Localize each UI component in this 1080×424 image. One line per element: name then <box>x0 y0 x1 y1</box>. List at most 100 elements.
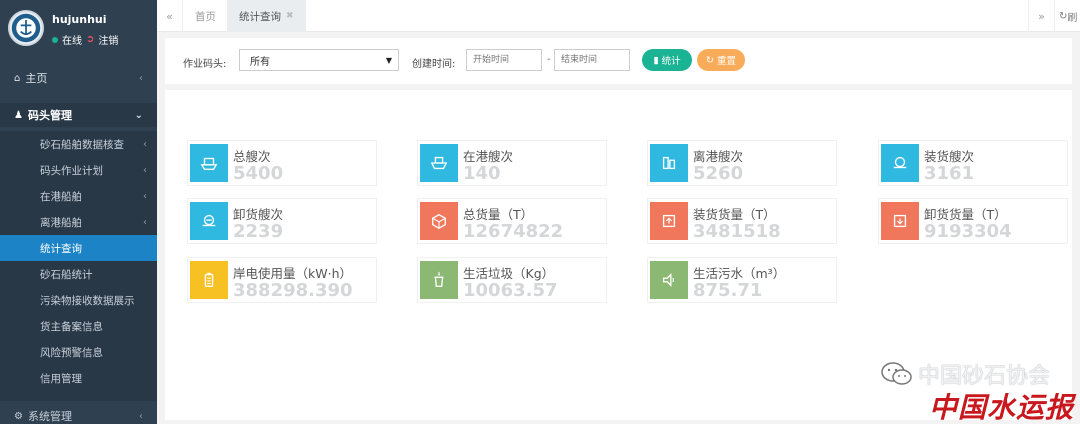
sewage-icon <box>650 261 688 299</box>
tab-label: 首页 <box>195 10 216 23</box>
sidebar-item-label: 信用管理 <box>40 372 82 385</box>
chevron-down-icon: ⌄ <box>134 109 143 121</box>
sidebar-item-label: 统计查询 <box>40 242 82 255</box>
sidebar-item-label: 主页 <box>25 72 48 85</box>
chevron-left-icon: ‹ <box>143 190 147 202</box>
sidebar: hujunhui 在线 ➲ 注销 ⌂ 主页 ‹ ♟ 码头管理 ⌄ 砂石船舶数据核… <box>0 0 157 424</box>
chevron-left-icon: ‹ <box>143 138 147 150</box>
brand-logo: 中国水运报 <box>928 391 1074 424</box>
user-icon: ♟ <box>14 109 23 121</box>
sidebar-subitem-risk-warning[interactable]: 风险预警信息 <box>0 339 157 365</box>
username: hujunhui <box>52 13 107 26</box>
sidebar-subitem-pollutant-data[interactable]: 污染物接收数据展示 <box>0 287 157 313</box>
trash-icon <box>420 261 458 299</box>
loading-ship-icon <box>881 144 919 182</box>
online-status: 在线 <box>62 36 82 47</box>
dock-filter-label: 作业码头: <box>183 59 227 70</box>
tab-stats-query[interactable]: 统计查询 ✖ <box>227 0 306 32</box>
stat-value: 5400 <box>233 163 284 184</box>
refresh-icon: ↻ <box>1059 10 1068 22</box>
stat-card-domestic-sewage: 生活污水（m³） 875.71 <box>647 257 837 303</box>
stat-card-in-port-voyages: 在港艘次 140 <box>417 140 607 186</box>
sidebar-item-label: 码头作业计划 <box>40 164 103 177</box>
ship-icon <box>190 144 228 182</box>
ship-departed-icon <box>650 144 688 182</box>
reset-button-label: 重置 <box>716 56 736 67</box>
refresh-button[interactable]: ↻ 刷 <box>1054 0 1080 32</box>
wechat-icon <box>881 362 912 385</box>
refresh-label: 刷 <box>1067 12 1078 24</box>
stat-value: 9193304 <box>924 221 1012 242</box>
sidebar-item-label: 码头管理 <box>27 109 72 122</box>
chevron-left-icon: ‹ <box>139 72 143 84</box>
reset-button[interactable]: ↻ 重置 <box>697 49 745 71</box>
stat-button[interactable]: ▮ 统计 <box>642 49 692 71</box>
scroll-tabs-right-icon[interactable]: » <box>1028 0 1054 32</box>
tab-bar: « 首页 统计查询 ✖ » ↻ 刷 <box>157 0 1080 32</box>
logout-link[interactable]: 注销 <box>98 32 118 47</box>
dock-submenu: 砂石船舶数据核查 ‹ 码头作业计划 ‹ 在港船舶 ‹ 离港船舶 ‹ 统计查询 砂… <box>0 131 157 401</box>
stat-button-label: 统计 <box>661 56 681 67</box>
stat-value: 12674822 <box>463 221 564 242</box>
stat-card-total-cargo: 总货量（T） 12674822 <box>417 198 607 244</box>
stat-card-total-voyages: 总艘次 5400 <box>187 140 377 186</box>
sidebar-subitem-data-check[interactable]: 砂石船舶数据核查 ‹ <box>0 131 157 157</box>
sidebar-item-label: 风险预警信息 <box>40 346 103 359</box>
unload-cargo-icon <box>881 202 919 240</box>
battery-icon <box>190 261 228 299</box>
date-separator: - <box>547 54 551 65</box>
stat-value: 140 <box>463 163 501 184</box>
dock-select-value: 所有 <box>250 56 270 68</box>
start-time-input[interactable] <box>466 49 542 71</box>
stat-value: 2239 <box>233 221 284 242</box>
filter-panel: 作业码头: 所有 ▼ 创建时间: - ▮ 统计 ↻ 重置 <box>165 38 1072 84</box>
stat-value: 388298.390 <box>233 280 353 301</box>
tab-home[interactable]: 首页 <box>183 0 228 32</box>
stat-card-loading-cargo: 装货货量（T） 3481518 <box>647 198 837 244</box>
load-cargo-icon <box>650 202 688 240</box>
created-time-label: 创建时间: <box>412 59 456 70</box>
caret-down-icon: ▼ <box>385 55 392 65</box>
gear-icon: ⚙ <box>14 410 23 422</box>
home-icon: ⌂ <box>14 72 21 84</box>
stat-card-loading-voyages: 装货艘次 3161 <box>878 140 1068 186</box>
sidebar-item-system-mgmt[interactable]: ⚙ 系统管理 ‹ <box>0 406 157 424</box>
unloading-ship-icon <box>190 202 228 240</box>
tab-label: 统计查询 <box>239 10 281 23</box>
chevron-left-icon: ‹ <box>143 164 147 176</box>
avatar[interactable] <box>8 10 44 46</box>
refresh-icon: ↻ <box>706 54 714 66</box>
stat-value: 875.71 <box>693 280 763 301</box>
logout-icon[interactable]: ➲ <box>86 34 94 45</box>
stat-value: 3161 <box>924 163 975 184</box>
sidebar-item-home[interactable]: ⌂ 主页 ‹ <box>0 66 157 90</box>
close-icon[interactable]: ✖ <box>286 11 294 21</box>
sidebar-subitem-stats-query[interactable]: 统计查询 <box>0 235 157 261</box>
stat-card-departed-voyages: 离港艘次 5260 <box>647 140 837 186</box>
chevron-left-icon: ‹ <box>139 410 143 422</box>
sidebar-item-label: 砂石船统计 <box>40 268 93 281</box>
sidebar-subitem-credit[interactable]: 信用管理 <box>0 365 157 391</box>
sidebar-item-label: 系统管理 <box>27 410 72 423</box>
user-profile: hujunhui 在线 ➲ 注销 <box>0 0 157 58</box>
sidebar-subitem-sand-ship-stats[interactable]: 砂石船统计 <box>0 261 157 287</box>
scroll-tabs-left-icon[interactable]: « <box>157 0 183 32</box>
sidebar-subitem-work-plan[interactable]: 码头作业计划 ‹ <box>0 157 157 183</box>
sidebar-subitem-in-port[interactable]: 在港船舶 ‹ <box>0 183 157 209</box>
stat-value: 10063.57 <box>463 280 558 301</box>
ship-in-port-icon <box>420 144 458 182</box>
sidebar-subitem-departed[interactable]: 离港船舶 ‹ <box>0 209 157 235</box>
stat-card-domestic-waste: 生活垃圾（Kg） 10063.57 <box>417 257 607 303</box>
online-dot-icon <box>52 36 58 43</box>
sidebar-item-label: 在港船舶 <box>40 190 82 203</box>
sidebar-item-dock-mgmt[interactable]: ♟ 码头管理 ⌄ <box>0 103 157 127</box>
stat-card-unloading-voyages: 卸货艘次 2239 <box>187 198 377 244</box>
stat-card-shore-power: 岸电使用量（kW·h） 388298.390 <box>187 257 377 303</box>
stat-value: 5260 <box>693 163 744 184</box>
status-row: 在线 ➲ 注销 <box>52 32 118 47</box>
dock-select[interactable]: 所有 ▼ <box>239 49 399 71</box>
sidebar-subitem-cargo-owner[interactable]: 货主备案信息 <box>0 313 157 339</box>
sidebar-item-label: 污染物接收数据展示 <box>40 294 135 307</box>
end-time-input[interactable] <box>554 49 630 71</box>
chevron-left-icon: ‹ <box>143 216 147 228</box>
